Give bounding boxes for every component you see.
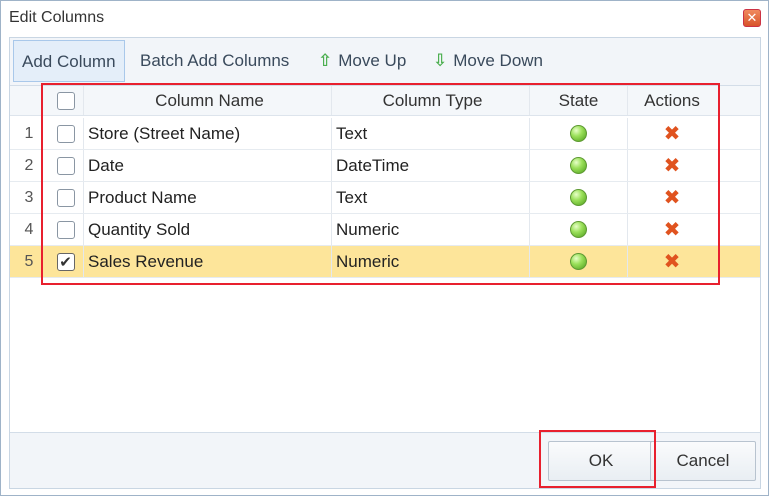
state-ok-icon: [570, 157, 587, 174]
header-select-all[interactable]: [48, 86, 84, 115]
state-cell: [530, 150, 628, 181]
cancel-label: Cancel: [676, 451, 730, 470]
actions-cell: ✖: [628, 214, 716, 245]
row-number: 3: [24, 188, 34, 206]
row-number: 2: [24, 156, 34, 174]
actions-cell: ✖: [628, 182, 716, 213]
batch-add-label: Batch Add Columns: [140, 51, 290, 70]
toolbar: Add Column Batch Add Columns ⇧ Move Up ⇩ M…: [10, 38, 760, 86]
column-type-cell[interactable]: Text: [332, 118, 530, 149]
column-name-cell[interactable]: Date: [84, 150, 332, 181]
move-up-button[interactable]: ⇧ Move Up: [310, 40, 414, 82]
row-checkbox-cell[interactable]: [48, 182, 84, 213]
add-column-label: Add Column: [22, 52, 116, 71]
ok-label: OK: [588, 451, 614, 470]
row-checkbox[interactable]: [56, 156, 75, 175]
move-down-label: Move Down: [453, 51, 544, 70]
arrow-up-icon: ⇧: [318, 51, 333, 70]
column-type-cell[interactable]: Numeric: [332, 246, 530, 277]
table-row[interactable]: 2 Date DateTime ✖: [10, 150, 760, 182]
row-number: 5: [24, 252, 34, 270]
table-row[interactable]: 3 Product Name Text ✖: [10, 182, 760, 214]
arrow-down-icon: ⇩: [433, 51, 448, 70]
cancel-button[interactable]: Cancel: [650, 441, 756, 481]
batch-add-columns-button[interactable]: Batch Add Columns: [132, 40, 297, 82]
row-checkbox[interactable]: [56, 188, 75, 207]
grid-header: Column Name Column Type State Actions: [10, 86, 760, 116]
row-checkbox[interactable]: [56, 220, 75, 239]
row-checkbox-cell[interactable]: [48, 118, 84, 149]
row-checkbox-cell[interactable]: [48, 214, 84, 245]
delete-icon[interactable]: ✖: [664, 188, 681, 208]
dialog-title: Edit Columns: [9, 9, 105, 26]
row-checkbox[interactable]: [56, 124, 75, 143]
table-row[interactable]: 4 Quantity Sold Numeric ✖: [10, 214, 760, 246]
state-ok-icon: [570, 221, 587, 238]
dialog-body: Add Column Batch Add Columns ⇧ Move Up ⇩ M…: [9, 37, 761, 489]
delete-icon[interactable]: ✖: [664, 124, 681, 144]
header-actions: Actions: [644, 90, 700, 110]
state-cell: [530, 118, 628, 149]
state-cell: [530, 246, 628, 277]
select-all-checkbox[interactable]: [56, 91, 75, 110]
header-column-name[interactable]: Column Name: [84, 86, 332, 115]
row-checkbox-cell[interactable]: ✔: [48, 246, 84, 277]
add-column-button[interactable]: Add Column: [13, 40, 125, 82]
actions-cell: ✖: [628, 118, 716, 149]
table-row[interactable]: 1 Store (Street Name) Text ✖: [10, 118, 760, 150]
header-state[interactable]: State: [530, 86, 628, 115]
move-down-button[interactable]: ⇩ Move Down: [425, 40, 551, 82]
actions-cell: ✖: [628, 150, 716, 181]
edit-columns-dialog: Edit Columns ✕ Add Column Batch Add Colu…: [0, 0, 769, 496]
column-type-cell[interactable]: DateTime: [332, 150, 530, 181]
columns-grid: Column Name Column Type State Actions 1 S…: [10, 86, 760, 432]
actions-cell: ✖: [628, 246, 716, 277]
column-type-cell[interactable]: Text: [332, 182, 530, 213]
state-cell: [530, 182, 628, 213]
row-checkbox-cell[interactable]: [48, 150, 84, 181]
state-ok-icon: [570, 189, 587, 206]
move-up-label: Move Up: [338, 51, 407, 70]
dialog-footer: OK Cancel: [10, 432, 760, 488]
table-row[interactable]: 5 ✔ Sales Revenue Numeric ✖: [10, 246, 760, 278]
delete-icon[interactable]: ✖: [664, 252, 681, 272]
title-bar: Edit Columns ✕: [1, 1, 768, 35]
header-column-type[interactable]: Column Type: [332, 86, 530, 115]
ok-button[interactable]: OK: [548, 441, 654, 481]
state-cell: [530, 214, 628, 245]
row-number: 1: [24, 124, 34, 142]
column-name-cell[interactable]: Sales Revenue: [84, 246, 332, 277]
row-checkbox[interactable]: ✔: [56, 252, 75, 271]
column-type-cell[interactable]: Numeric: [332, 214, 530, 245]
column-name-cell[interactable]: Store (Street Name): [84, 118, 332, 149]
header-rownum: [10, 86, 48, 115]
delete-icon[interactable]: ✖: [664, 220, 681, 240]
close-icon[interactable]: ✕: [743, 9, 761, 27]
row-number: 4: [24, 220, 34, 238]
state-ok-icon: [570, 125, 587, 142]
delete-icon[interactable]: ✖: [664, 156, 681, 176]
column-name-cell[interactable]: Product Name: [84, 182, 332, 213]
column-name-cell[interactable]: Quantity Sold: [84, 214, 332, 245]
state-ok-icon: [570, 253, 587, 270]
